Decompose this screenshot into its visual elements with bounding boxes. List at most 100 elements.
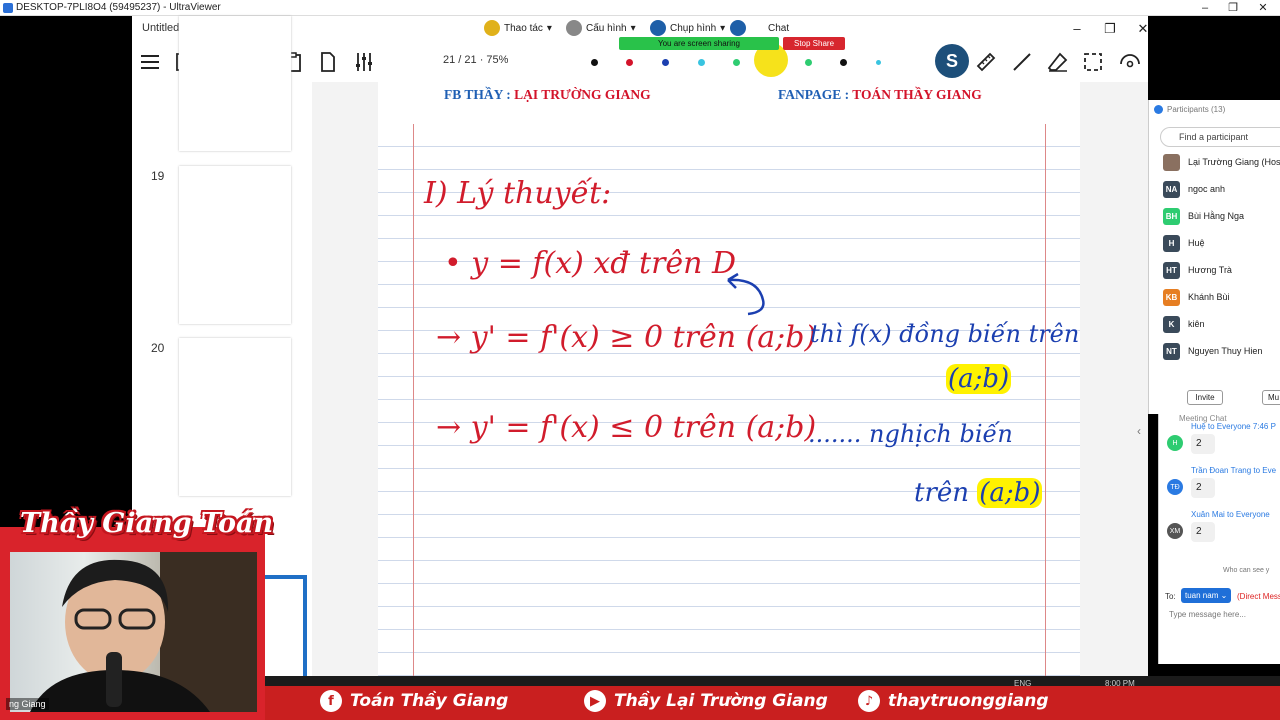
- new-page-icon[interactable]: [316, 50, 340, 74]
- right-margin-line: [1045, 124, 1046, 686]
- chat-recipient-dropdown[interactable]: tuan nam ⌄: [1181, 588, 1231, 603]
- participant-avatar: H: [1163, 234, 1180, 252]
- ultraviewer-icon: [3, 3, 13, 13]
- menu-settings-label: Cấu hình: [586, 22, 627, 34]
- select-icon[interactable]: [1081, 50, 1105, 74]
- participant-row[interactable]: KB Khánh Bùi: [1163, 287, 1230, 307]
- banner-facebook-text: Toán Thầy Giang: [350, 691, 509, 711]
- promo-banner: f Toán Thầy Giang ▶ Thầy Lại Trường Gian…: [262, 686, 1280, 720]
- participant-search-input[interactable]: Find a participant: [1160, 127, 1280, 147]
- annotate-icon: [484, 20, 500, 36]
- thumbnail-page-20[interactable]: [179, 338, 291, 496]
- screen-sharing-indicator: You are screen sharing: [619, 37, 779, 50]
- participant-name: Hương Trà: [1188, 265, 1232, 275]
- participant-row[interactable]: HT Hương Trà: [1163, 260, 1232, 280]
- ultraviewer-minimize-button[interactable]: –: [1190, 0, 1220, 16]
- document-page[interactable]: FB THẦY : LẠI TRƯỜNG GIANG FANPAGE : TOÁ…: [378, 80, 1080, 686]
- scrble-close-button[interactable]: ✕: [1128, 18, 1158, 40]
- stop-share-button[interactable]: Stop Share: [783, 37, 845, 50]
- who-can-see-link[interactable]: Who can see y: [1223, 567, 1269, 574]
- facebook-icon: f: [320, 690, 342, 712]
- participant-avatar: [1163, 153, 1180, 171]
- participant-name: Nguyen Thuy Hien: [1188, 346, 1263, 356]
- youtube-icon: ▶: [584, 690, 606, 712]
- pen-green[interactable]: [733, 59, 740, 66]
- menu-icon[interactable]: [138, 50, 162, 74]
- menu-annotate[interactable]: Thao tác ▾: [484, 20, 552, 36]
- participant-row[interactable]: NT Nguyen Thuy Hien: [1163, 341, 1262, 361]
- handwriting-arrow: [727, 272, 765, 316]
- menu-chat-label: Chat: [768, 22, 790, 34]
- participant-name: Lại Trường Giang (Host,: [1188, 157, 1280, 167]
- scrble-restore-button[interactable]: ❐: [1095, 18, 1125, 40]
- participant-row[interactable]: Kkiên: [1163, 314, 1205, 334]
- handwriting-line1: • y = f(x) xđ trên D: [444, 246, 737, 281]
- pen-cyan[interactable]: [698, 59, 705, 66]
- pen-black-2[interactable]: [840, 59, 847, 66]
- scrble-logo-button[interactable]: S: [935, 44, 969, 78]
- page-indicator: 21 / 21 · 75%: [443, 54, 509, 66]
- participant-name: Khánh Bùi: [1188, 292, 1230, 302]
- handwriting-heading: I) Lý thuyết:: [424, 176, 612, 211]
- gear-icon: [566, 20, 582, 36]
- menu-chat[interactable]: Chat: [730, 20, 789, 36]
- direct-message-note: (Direct Messa: [1237, 592, 1280, 601]
- thumbnail-page-18[interactable]: [179, 16, 291, 151]
- handwriting-line2-blue: thì f(x) đồng biến trên: [810, 320, 1080, 348]
- chat-message-body: 2: [1191, 478, 1215, 498]
- participant-avatar: HT: [1163, 261, 1180, 279]
- settings-sliders-icon[interactable]: [352, 50, 376, 74]
- screen: DESKTOP-7PLI8O4 (59495237) - UltraViewer…: [0, 0, 1280, 720]
- share-icon[interactable]: [1118, 50, 1142, 74]
- eraser-icon[interactable]: [1046, 50, 1070, 74]
- chat-to-label: To:: [1165, 592, 1176, 601]
- handwriting-line3-blue: ....... nghịch biến: [808, 420, 1013, 448]
- participant-row[interactable]: H Huệ: [1163, 233, 1205, 253]
- scrble-minimize-button[interactable]: –: [1062, 18, 1092, 40]
- left-margin-line: [413, 124, 414, 686]
- handwriting-line3: → y' = f'(x) ≤ 0 trên (a;b): [436, 410, 817, 445]
- ultraviewer-title: DESKTOP-7PLI8O4 (59495237) - UltraViewer: [16, 2, 221, 13]
- highlight-interval-2: (a;b): [977, 478, 1043, 508]
- banner-tiktok: ♪ thaytruonggiang: [858, 690, 1049, 712]
- participant-row[interactable]: BH Bùi Hằng Nga: [1163, 206, 1244, 226]
- banner-youtube: ▶ Thầy Lại Trường Giang: [584, 690, 828, 712]
- presenter-silhouette: [30, 552, 257, 712]
- scrble-window: Untitled - 21 / 21 - Scrble Ink –: [132, 16, 1148, 720]
- line-tool-icon[interactable]: [1010, 50, 1034, 74]
- participant-name: ngoc anh: [1188, 184, 1226, 194]
- ultraviewer-titlebar: DESKTOP-7PLI8O4 (59495237) - UltraViewer…: [0, 0, 1280, 16]
- pen-cyan-2[interactable]: [876, 60, 881, 65]
- handwriting-line2-interval: (a;b): [946, 364, 1012, 394]
- chat-avatar: XM: [1167, 523, 1183, 539]
- participant-avatar: KB: [1163, 288, 1180, 306]
- participant-row[interactable]: Lại Trường Giang (Host,: [1163, 152, 1280, 172]
- camera-icon: [650, 20, 666, 36]
- chat-message-sender: Huệ to Everyone 7:46 P: [1191, 422, 1276, 431]
- collapse-chevron-icon[interactable]: ‹: [1137, 424, 1141, 438]
- menu-annotate-label: Thao tác: [504, 22, 543, 34]
- menu-settings[interactable]: Cấu hình ▾: [566, 20, 636, 36]
- webcam-name-label: ng Giang: [6, 698, 49, 710]
- chat-message-sender: Trần Đoan Trang to Eve: [1191, 466, 1277, 475]
- ruler-icon[interactable]: [974, 50, 998, 74]
- pen-black[interactable]: [591, 59, 598, 66]
- mute-all-button[interactable]: Mu: [1262, 390, 1280, 405]
- pen-blue[interactable]: [662, 59, 669, 66]
- participant-row[interactable]: NA ngoc anh: [1163, 179, 1225, 199]
- header-fanpage-name: TOÁN THẦY GIANG: [852, 87, 982, 102]
- menu-screenshot[interactable]: Chụp hình ▾: [650, 20, 725, 36]
- ultraviewer-restore-button[interactable]: ❐: [1218, 0, 1248, 16]
- menu-screenshot-label: Chụp hình: [670, 22, 717, 34]
- pen-red[interactable]: [626, 59, 633, 66]
- header-facebook: FB THẦY : LẠI TRƯỜNG GIANG: [444, 87, 651, 103]
- thumbnail-page-19[interactable]: [179, 166, 291, 324]
- chat-message-input[interactable]: Type message here...: [1169, 610, 1246, 619]
- ultraviewer-close-button[interactable]: ✕: [1248, 0, 1278, 16]
- participant-name: Bùi Hằng Nga: [1188, 211, 1245, 221]
- invite-button[interactable]: Invite: [1187, 390, 1223, 405]
- tiktok-icon: ♪: [858, 690, 880, 712]
- pen-green-2[interactable]: [805, 59, 812, 66]
- header-facebook-name: LẠI TRƯỜNG GIANG: [514, 87, 651, 102]
- chat-message-body: 2: [1191, 434, 1215, 454]
